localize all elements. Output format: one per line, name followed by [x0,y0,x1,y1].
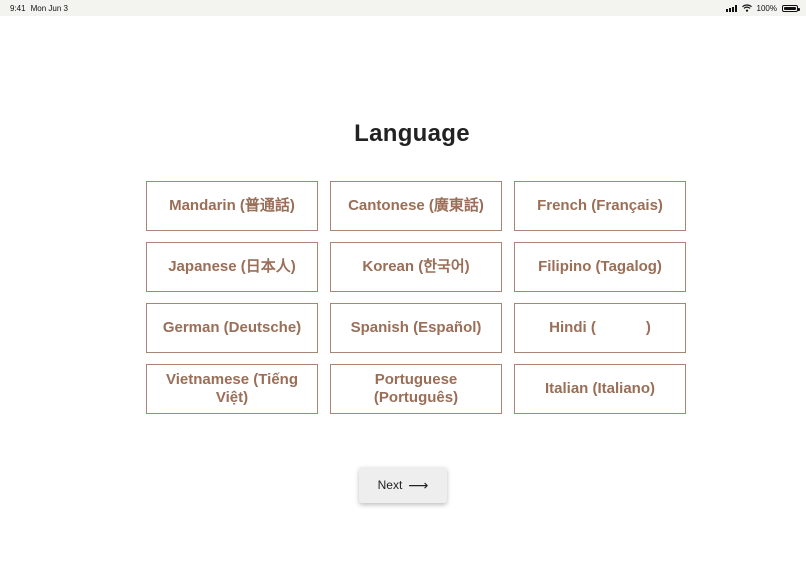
language-grid: Mandarin (普通話) Cantonese (廣東話) French (F… [146,181,686,414]
arrow-right-icon: ⟶ [408,477,429,493]
language-option-korean[interactable]: Korean (한국어) [330,242,502,292]
cellular-signal-icon [725,4,737,12]
language-option-japanese[interactable]: Japanese (日本人) [146,242,318,292]
next-button-label: Next [377,478,403,492]
status-right: 100% [725,3,800,13]
language-option-portuguese[interactable]: Portuguese (Português) [330,364,502,414]
status-left: 9:41 Mon Jun 3 [10,4,68,13]
status-bar: 9:41 Mon Jun 3 100% [0,0,806,16]
language-option-german[interactable]: German (Deutsche) [146,303,318,353]
status-date: Mon Jun 3 [30,3,68,13]
language-option-french[interactable]: French (Français) [514,181,686,231]
status-time: 9:41 [10,3,26,13]
language-option-filipino[interactable]: Filipino (Tagalog) [514,242,686,292]
language-option-italian[interactable]: Italian (Italiano) [514,364,686,414]
language-option-hindi[interactable]: Hindi ( ) [514,303,686,353]
language-option-mandarin[interactable]: Mandarin (普通話) [146,181,318,231]
language-option-vietnamese[interactable]: Vietnamese (Tiếng Việt) [146,364,318,414]
language-option-spanish[interactable]: Spanish (Español) [330,303,502,353]
wifi-icon [741,4,752,12]
language-option-cantonese[interactable]: Cantonese (廣東話) [330,181,502,231]
page-title: Language [354,120,470,147]
battery-icon [782,4,800,12]
battery-percent: 100% [756,3,777,13]
next-button[interactable]: Next ⟶ [359,467,447,503]
